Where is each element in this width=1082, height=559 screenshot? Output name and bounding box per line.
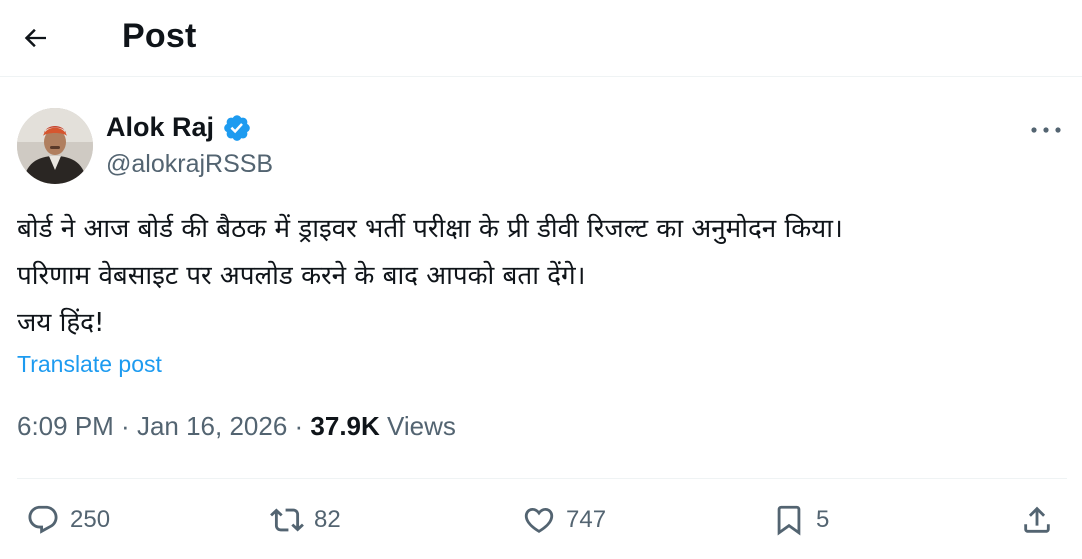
meta-separator: · [287, 411, 311, 441]
translate-post-link[interactable]: Translate post [17, 348, 162, 380]
repost-count: 82 [314, 506, 341, 533]
reply-count: 250 [70, 506, 111, 533]
post-text-line: बोर्ड ने आज बोर्ड की बैठक में ड्राइवर भर… [17, 214, 843, 244]
post-page: Post Alok Raj @alokrajRSSB बोर्ड ने आज ब… [0, 0, 1082, 559]
bookmark-count: 5 [816, 506, 830, 533]
more-options-button[interactable] [1024, 112, 1068, 148]
page-title: Post [122, 17, 197, 55]
avatar-image [17, 108, 93, 184]
repost-icon [270, 508, 304, 532]
bookmark-button[interactable]: 5 [772, 500, 829, 540]
post-time[interactable]: 6:09 PM [17, 411, 114, 441]
views-count: 37.9K [310, 411, 380, 441]
post-text: बोर्ड ने आज बोर्ड की बैठक में ड्राइवर भर… [17, 206, 1067, 347]
share-upload-icon [1024, 506, 1050, 533]
post-meta: 6:09 PM · Jan 16, 2026 · 37.9K Views [17, 409, 456, 443]
reply-button[interactable]: 250 [26, 500, 110, 540]
post-text-line: परिणाम वेबसाइट पर अपलोड करने के बाद आपको… [17, 261, 586, 291]
verified-badge-icon[interactable] [222, 113, 252, 143]
post-date[interactable]: Jan 16, 2026 [137, 411, 287, 441]
views-label: Views [387, 411, 456, 441]
post-text-line: जय हिंद! [17, 308, 105, 338]
page-header: Post [0, 0, 1082, 74]
avatar[interactable] [17, 108, 93, 184]
heart-icon [524, 507, 554, 533]
arrow-left-icon [24, 28, 46, 48]
meta-separator: · [113, 411, 137, 441]
back-button[interactable] [14, 16, 58, 60]
author-name[interactable]: Alok Raj [106, 110, 214, 144]
actions-divider [17, 478, 1067, 479]
like-button[interactable]: 747 [522, 500, 606, 540]
share-button[interactable] [1020, 500, 1054, 540]
like-count: 747 [566, 506, 607, 533]
more-horizontal-icon [1031, 127, 1061, 133]
bookmark-icon [777, 505, 801, 536]
reply-bubble-icon [28, 505, 58, 534]
header-divider [0, 76, 1082, 77]
repost-button[interactable]: 82 [270, 500, 341, 540]
author-handle[interactable]: @alokrajRSSB [106, 148, 273, 180]
